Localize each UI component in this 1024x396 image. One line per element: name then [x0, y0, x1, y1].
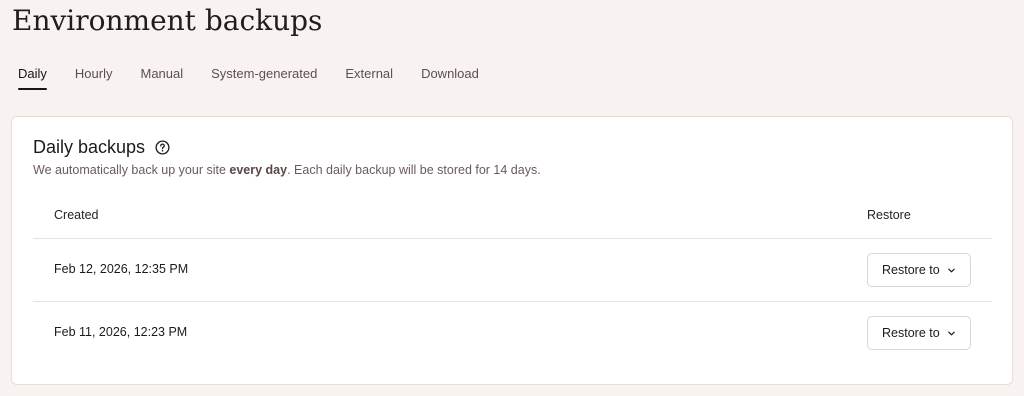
tab-daily[interactable]: Daily	[18, 62, 47, 90]
restore-to-label: Restore to	[882, 326, 940, 340]
desc-emphasis: every day	[229, 163, 288, 177]
desc-text: We automatically back up your site	[33, 163, 230, 177]
card-description: We automatically back up your site every…	[33, 163, 541, 177]
tab-label: Manual	[140, 66, 184, 81]
tab-label: External	[345, 66, 394, 81]
tab-label: System-generated	[211, 66, 318, 81]
backup-created-date: Feb 11, 2026, 12:23 PM	[54, 325, 188, 339]
backup-tabs: Daily Hourly Manual System-generated Ext…	[18, 62, 507, 90]
tab-label: Daily	[18, 66, 47, 81]
restore-to-button[interactable]: Restore to	[867, 253, 971, 287]
table-header: Created Restore	[33, 199, 992, 239]
backups-table: Created Restore Feb 12, 2026, 12:35 PM R…	[33, 199, 992, 365]
tab-manual[interactable]: Manual	[140, 62, 183, 90]
backup-created-date: Feb 12, 2026, 12:35 PM	[54, 262, 189, 276]
restore-to-button[interactable]: Restore to	[867, 316, 971, 350]
daily-backups-card: Daily backups We automatically back up y…	[11, 116, 1013, 385]
chevron-down-icon	[947, 329, 956, 338]
column-header-created: Created	[54, 208, 99, 222]
table-row: Feb 12, 2026, 12:35 PM Restore to	[33, 239, 992, 302]
column-header-restore: Restore	[867, 208, 911, 222]
tab-label: Download	[421, 66, 479, 81]
tab-hourly[interactable]: Hourly	[75, 62, 113, 90]
page: Environment backups Daily Hourly Manual …	[0, 0, 1024, 396]
chevron-down-icon	[947, 266, 956, 275]
tab-label: Hourly	[74, 66, 113, 81]
card-header: Daily backups	[33, 137, 170, 158]
page-title: Environment backups	[12, 4, 323, 37]
tab-system-generated[interactable]: System-generated	[211, 62, 317, 90]
restore-to-label: Restore to	[882, 263, 940, 277]
desc-text-tail: . Each daily backup will be stored for 1…	[287, 163, 541, 177]
table-row: Feb 11, 2026, 12:23 PM Restore to	[33, 302, 992, 365]
card-title: Daily backups	[33, 137, 146, 157]
tab-download[interactable]: Download	[421, 62, 479, 90]
tab-external[interactable]: External	[345, 62, 393, 90]
help-circle-icon[interactable]	[155, 140, 170, 155]
